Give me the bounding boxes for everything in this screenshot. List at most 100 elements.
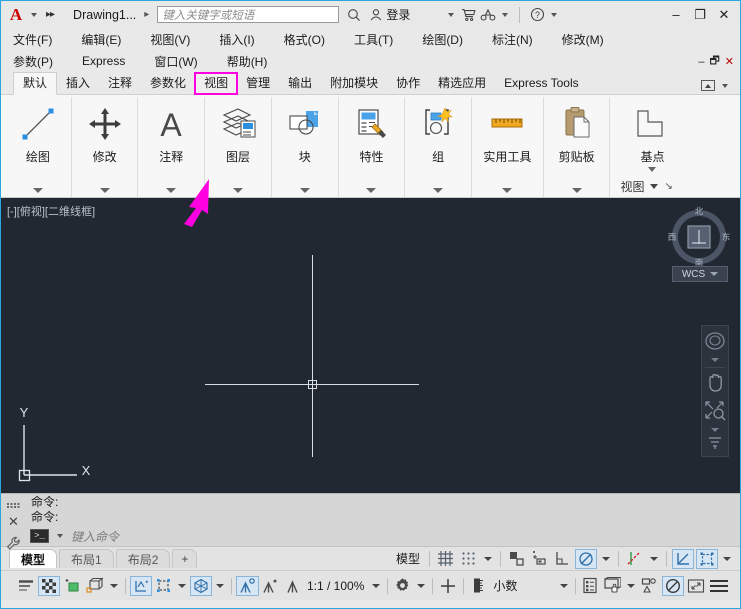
menu-item-parametric[interactable]: 参数(P) — [13, 53, 66, 70]
ribbon-tab-insert[interactable]: 插入 — [57, 73, 99, 94]
share-icon[interactable] — [478, 8, 498, 22]
ribbon-minimize-icon[interactable] — [701, 80, 715, 91]
transparency-icon[interactable] — [38, 575, 60, 596]
command-prompt-icon[interactable]: >_ — [30, 529, 49, 543]
otrack-chevron-down-icon[interactable] — [650, 556, 658, 561]
polar-icon[interactable] — [529, 549, 550, 569]
annot-monitor-icon[interactable] — [236, 575, 259, 596]
panel-expand-chevron-icon[interactable] — [571, 188, 582, 193]
grid-icon[interactable] — [435, 549, 456, 569]
viewport-label[interactable]: [-][俯视][二维线框] — [7, 203, 95, 219]
doc-restore-button[interactable]: 🗗 — [709, 52, 719, 71]
panel-expand-chevron-icon[interactable] — [233, 188, 244, 193]
menu-item-express[interactable]: Express — [82, 54, 138, 68]
coordinate-system-selector[interactable]: WCS — [672, 266, 728, 282]
dyninput-icon[interactable] — [696, 548, 718, 569]
command-input-row[interactable]: >_ 键入命令 — [26, 526, 740, 546]
osnap3d-chevron-down-icon[interactable] — [110, 583, 118, 588]
ribbon-panel-draw[interactable]: 绘图 — [5, 97, 72, 197]
ribbon-panel-group[interactable]: 组 — [405, 97, 473, 197]
ribbon-panel-footer[interactable]: 视图 ↘ — [620, 178, 672, 195]
menu-item-edit[interactable]: 编辑(E) — [81, 31, 134, 48]
minimize-button[interactable]: – — [664, 4, 688, 26]
app-logo-icon[interactable]: A — [5, 4, 27, 26]
basepoint-expand-chevron-icon[interactable] — [648, 167, 657, 172]
ribbon-panel-clipboard[interactable]: 剪贴板 — [544, 97, 611, 197]
menu-item-draw[interactable]: 绘图(D) — [422, 31, 476, 48]
view-cube[interactable]: 北 南 西 东 — [668, 206, 731, 273]
cart-icon[interactable] — [458, 8, 478, 22]
panel-expand-chevron-icon[interactable] — [99, 188, 110, 193]
ribbon-tab-view[interactable]: 视图 — [194, 72, 239, 95]
panel-expand-chevron-icon[interactable] — [299, 188, 310, 193]
units-label[interactable]: 小数 — [489, 577, 521, 594]
help-icon[interactable]: ? — [527, 7, 547, 22]
menu-item-file[interactable]: 文件(F) — [13, 31, 65, 48]
annot-scale-chevron-down-icon[interactable] — [216, 583, 224, 588]
ribbon-collapse-control[interactable] — [701, 80, 740, 94]
plus-icon[interactable] — [437, 576, 459, 596]
account-chevron-down-icon[interactable] — [448, 12, 455, 17]
units-icon[interactable] — [468, 576, 488, 596]
sign-in-button[interactable]: 登录 — [369, 6, 410, 23]
panel-expand-chevron-icon[interactable] — [32, 188, 43, 193]
panel-expand-chevron-icon[interactable] — [366, 188, 377, 193]
layout-tab-layout2[interactable]: 布局2 — [115, 549, 171, 568]
search-input[interactable]: 键入关键字或短语 — [157, 6, 340, 23]
pan-hand-icon[interactable] — [704, 371, 726, 398]
autoscale-icon[interactable] — [153, 576, 174, 596]
quickprops-icon[interactable] — [580, 576, 600, 596]
zoom-extents-icon[interactable] — [703, 399, 727, 426]
menu-item-modify[interactable]: 修改(M) — [562, 31, 617, 48]
dyninput-chevron-down-icon[interactable] — [723, 556, 731, 561]
ribbon-tab-output[interactable]: 输出 — [279, 73, 321, 94]
units-chevron-down-icon[interactable] — [560, 583, 569, 588]
selection-cycling-icon[interactable] — [61, 576, 82, 596]
hamburger-icon[interactable] — [708, 576, 730, 596]
command-history-chevron-icon[interactable] — [57, 534, 63, 538]
doc-close-button[interactable]: ✕ — [725, 55, 734, 68]
scale-chevron-down-icon[interactable] — [372, 583, 381, 588]
annot-visibility-icon[interactable] — [130, 575, 152, 596]
isodraft-icon[interactable] — [552, 549, 573, 569]
dynamic-ucs-icon[interactable] — [672, 548, 694, 569]
ribbon-panel-layers[interactable]: 图层 — [205, 97, 272, 197]
ortho-icon[interactable] — [506, 549, 527, 569]
layout-tab-layout1[interactable]: 布局1 — [59, 549, 114, 568]
ribbon-tab-manage[interactable]: 管理 — [237, 73, 279, 94]
ribbon-footer-dialog-launcher-icon[interactable]: ↘ — [664, 181, 672, 192]
drawing-canvas[interactable]: [-][俯视][二维线框] Y X 北 南 西 东 WCS — [1, 198, 740, 493]
zoom-chevron-icon[interactable] — [711, 428, 719, 432]
doc-minimize-button[interactable]: – — [698, 56, 704, 68]
lineweight-icon[interactable] — [15, 576, 37, 596]
panel-expand-chevron-icon[interactable] — [502, 188, 513, 193]
steering-wheel-icon[interactable] — [704, 331, 726, 356]
annotation-scale-label[interactable]: 1:1 / 100% — [303, 579, 368, 593]
osnap-chevron-down-icon[interactable] — [602, 556, 610, 561]
space-indicator[interactable]: 模型 — [392, 550, 424, 567]
ribbon-tab-express-tools[interactable]: Express Tools — [495, 73, 587, 94]
panel-expand-chevron-icon[interactable] — [166, 188, 177, 193]
quick-access-overflow-button[interactable]: ▸▸ — [41, 9, 59, 20]
isolate-chevron-down-icon[interactable] — [627, 583, 636, 588]
annot-plain-icon[interactable] — [282, 576, 302, 596]
osnap-circle-icon[interactable] — [575, 548, 597, 569]
snap-chevron-down-icon[interactable] — [484, 556, 492, 561]
clean-screen-icon[interactable] — [662, 575, 685, 596]
ribbon-tab-annotate[interactable]: 注释 — [99, 73, 141, 94]
maximize-button[interactable]: ❐ — [688, 4, 712, 26]
app-menu-chevron-icon[interactable] — [31, 12, 37, 17]
ribbon-tab-addins[interactable]: 附加模块 — [321, 73, 387, 94]
menu-item-tools[interactable]: 工具(T) — [354, 31, 406, 48]
wrench-icon[interactable] — [6, 536, 21, 556]
ribbon-panel-modify[interactable]: 修改 — [72, 97, 139, 197]
layout-tab-add-button[interactable]: + — [172, 549, 198, 568]
share-chevron-down-icon[interactable] — [502, 12, 509, 17]
ribbon-tab-featured-apps[interactable]: 精选应用 — [429, 73, 495, 94]
ribbon-options-chevron-icon[interactable] — [722, 83, 728, 88]
isolate-icon[interactable] — [601, 576, 623, 596]
osnap3d-icon[interactable] — [83, 576, 106, 596]
snap-dots-icon[interactable] — [458, 549, 479, 569]
menu-item-view[interactable]: 视图(V) — [150, 31, 203, 48]
annot-add-icon[interactable] — [260, 576, 281, 596]
